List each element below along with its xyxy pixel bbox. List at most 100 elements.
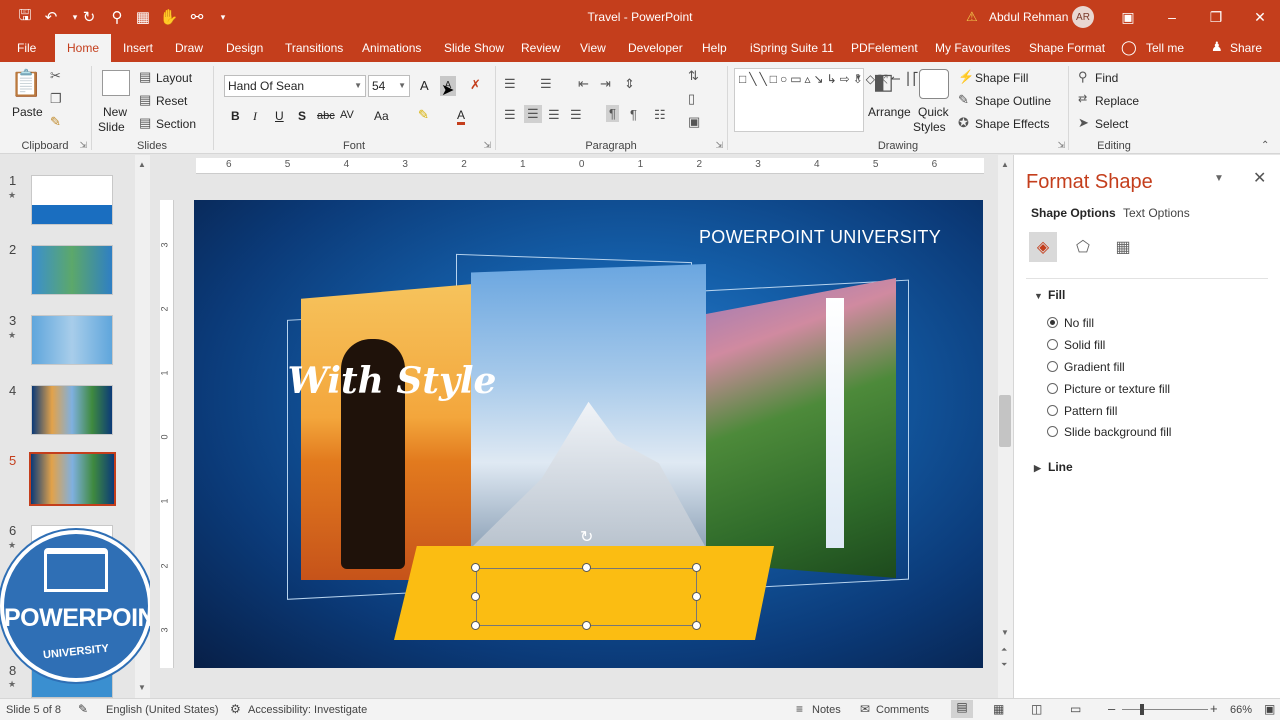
quick-styles-label-2[interactable]: Styles	[913, 120, 946, 134]
accessibility-icon[interactable]: ⚙	[230, 702, 241, 716]
shape-fill-button[interactable]: Shape Fill	[975, 71, 1028, 85]
effects-icon[interactable]: ✪	[958, 115, 969, 131]
resize-handle[interactable]	[692, 563, 701, 572]
tab-help[interactable]: Help	[702, 34, 727, 62]
clear-formatting-icon[interactable]: ✗	[470, 77, 481, 93]
tab-developer[interactable]: Developer	[628, 34, 683, 62]
tab-view[interactable]: View	[580, 34, 606, 62]
close-icon[interactable]: ✕	[1240, 0, 1280, 34]
line-spacing-icon[interactable]: ⇕	[624, 76, 635, 92]
slide-header-text[interactable]: POWERPOINT UNIVERSITY	[699, 227, 941, 248]
search-icon[interactable]: ⚲	[1078, 69, 1088, 85]
ribbon-display-icon[interactable]: ▣	[1108, 0, 1148, 34]
font-name-combo[interactable]: Hand Of Sean ▼	[224, 75, 366, 97]
comments-icon[interactable]: ✉	[860, 702, 870, 716]
columns-icon[interactable]: ☷	[654, 107, 666, 123]
tab-pdfelement[interactable]: PDFelement	[851, 34, 918, 62]
slide-thumbnail[interactable]	[31, 175, 113, 225]
notes-button[interactable]: Notes	[812, 704, 841, 716]
scroll-down-icon[interactable]: ▼	[1001, 628, 1009, 637]
effects-pentagon-icon[interactable]: ⬠	[1069, 232, 1097, 262]
minimize-icon[interactable]: –	[1152, 0, 1192, 34]
resize-handle[interactable]	[692, 592, 701, 601]
redo-icon[interactable]: ↻	[76, 0, 102, 34]
resize-handle[interactable]	[471, 563, 480, 572]
tab-review[interactable]: Review	[521, 34, 560, 62]
undo-icon[interactable]: ↶	[38, 0, 64, 34]
new-slide-icon[interactable]	[102, 70, 130, 96]
new-slide-label-1[interactable]: New	[103, 105, 127, 119]
accessibility-status[interactable]: Accessibility: Investigate	[248, 704, 367, 716]
reset-button[interactable]: Reset	[156, 94, 187, 108]
bold-button[interactable]: B	[231, 109, 240, 123]
tab-shape-format[interactable]: Shape Format	[1029, 34, 1105, 62]
warning-icon[interactable]: ⚠	[966, 9, 978, 25]
reading-view-icon[interactable]: ◫	[1031, 702, 1042, 716]
align-text-icon[interactable]: ▯	[688, 91, 695, 107]
drawing-launcher-icon[interactable]: ⇲	[1057, 140, 1065, 151]
banner-text[interactable]: With Style	[282, 360, 502, 402]
numbering-icon[interactable]: ☰	[540, 76, 552, 92]
slide-thumbnail[interactable]	[31, 245, 113, 295]
notes-icon[interactable]: ≡	[796, 702, 803, 716]
slide-count[interactable]: Slide 5 of 8	[6, 704, 61, 716]
font-size-combo[interactable]: 54 ▼	[368, 75, 410, 97]
customize-icon[interactable]: ▾	[210, 0, 236, 34]
arrange-icon[interactable]: ◧	[873, 69, 894, 95]
paragraph-launcher-icon[interactable]: ⇲	[715, 140, 723, 151]
rotate-handle-icon[interactable]: ↻	[580, 527, 593, 547]
gallery-scroll-icon[interactable]: ▾	[856, 72, 861, 83]
tab-ispring[interactable]: iSpring Suite 11	[750, 34, 834, 62]
avatar[interactable]: AR	[1072, 6, 1094, 28]
change-case-button[interactable]: Aa	[374, 109, 389, 123]
shape-outline-button[interactable]: Shape Outline	[975, 94, 1051, 108]
tab-animations[interactable]: Animations	[362, 34, 421, 62]
align-left-icon[interactable]: ☰	[504, 107, 516, 123]
cursor-icon[interactable]: ➤	[1078, 115, 1089, 131]
fill-line-icon[interactable]: ◈	[1029, 232, 1057, 262]
zoom-slider[interactable]	[1122, 709, 1208, 710]
share-button[interactable]: Share	[1230, 34, 1262, 62]
quick-styles-icon[interactable]	[919, 69, 949, 99]
share-icon[interactable]: ♟	[1211, 39, 1223, 55]
font-color-button[interactable]: A	[457, 109, 466, 125]
layout-button[interactable]: Layout	[156, 71, 192, 85]
paste-button[interactable]: Paste	[12, 105, 43, 119]
collapse-ribbon-icon[interactable]: ⌃	[1261, 140, 1269, 151]
horizontal-ruler[interactable]: 6 5 4 3 2 1 0 1 2 3 4 5 6	[196, 158, 984, 174]
lightbulb-icon[interactable]: ◯	[1121, 39, 1137, 56]
mountain-photo[interactable]	[471, 264, 706, 548]
scrollbar-thumb[interactable]	[999, 395, 1011, 447]
ltr-icon[interactable]: ¶	[606, 105, 619, 122]
replace-icon[interactable]: ⇄	[1078, 92, 1087, 105]
shapes-gallery[interactable]: □╲╲□○▭▵↘↳⇨⇩◇⤲↼⎟⎡★	[734, 68, 932, 132]
vertical-ruler[interactable]: 3 2 1 0 1 2 3	[160, 200, 174, 668]
highlight-icon[interactable]: ✎	[418, 107, 429, 123]
clipboard-launcher-icon[interactable]: ⇲	[79, 140, 87, 151]
slide-thumbnail[interactable]	[31, 315, 113, 365]
previous-slide-icon[interactable]: ⏶	[1001, 645, 1007, 655]
arrange-button[interactable]: Arrange	[868, 105, 911, 119]
align-right-icon[interactable]: ☰	[548, 107, 560, 123]
resize-handle[interactable]	[582, 563, 591, 572]
rtl-icon[interactable]: ¶	[630, 107, 637, 122]
fill-section-header[interactable]: ▼ Fill	[1034, 288, 1065, 302]
restore-icon[interactable]: ❐	[1196, 0, 1236, 34]
scroll-down-icon[interactable]: ▼	[138, 683, 146, 692]
bullets-icon[interactable]: ☰	[504, 76, 516, 92]
tab-draw[interactable]: Draw	[175, 34, 203, 62]
new-slide-label-2[interactable]: Slide	[98, 120, 125, 134]
scroll-up-icon[interactable]: ▲	[138, 160, 146, 169]
touch-icon[interactable]: ✋	[156, 0, 182, 34]
text-shadow-button[interactable]: S	[298, 109, 306, 123]
size-properties-icon[interactable]: ▦	[1109, 232, 1137, 262]
save-icon[interactable]: 🖫	[12, 0, 38, 34]
slide-thumbnail-selected[interactable]	[29, 452, 116, 506]
next-slide-icon[interactable]: ⏷	[1001, 660, 1007, 670]
zoom-slider-thumb[interactable]	[1140, 704, 1144, 715]
user-name[interactable]: Abdul Rehman	[989, 10, 1068, 24]
pen-icon[interactable]: ✎	[958, 92, 969, 108]
copy-icon[interactable]: ❐	[50, 91, 62, 107]
tab-slide-show[interactable]: Slide Show	[444, 34, 504, 62]
font-launcher-icon[interactable]: ⇲	[483, 140, 491, 151]
